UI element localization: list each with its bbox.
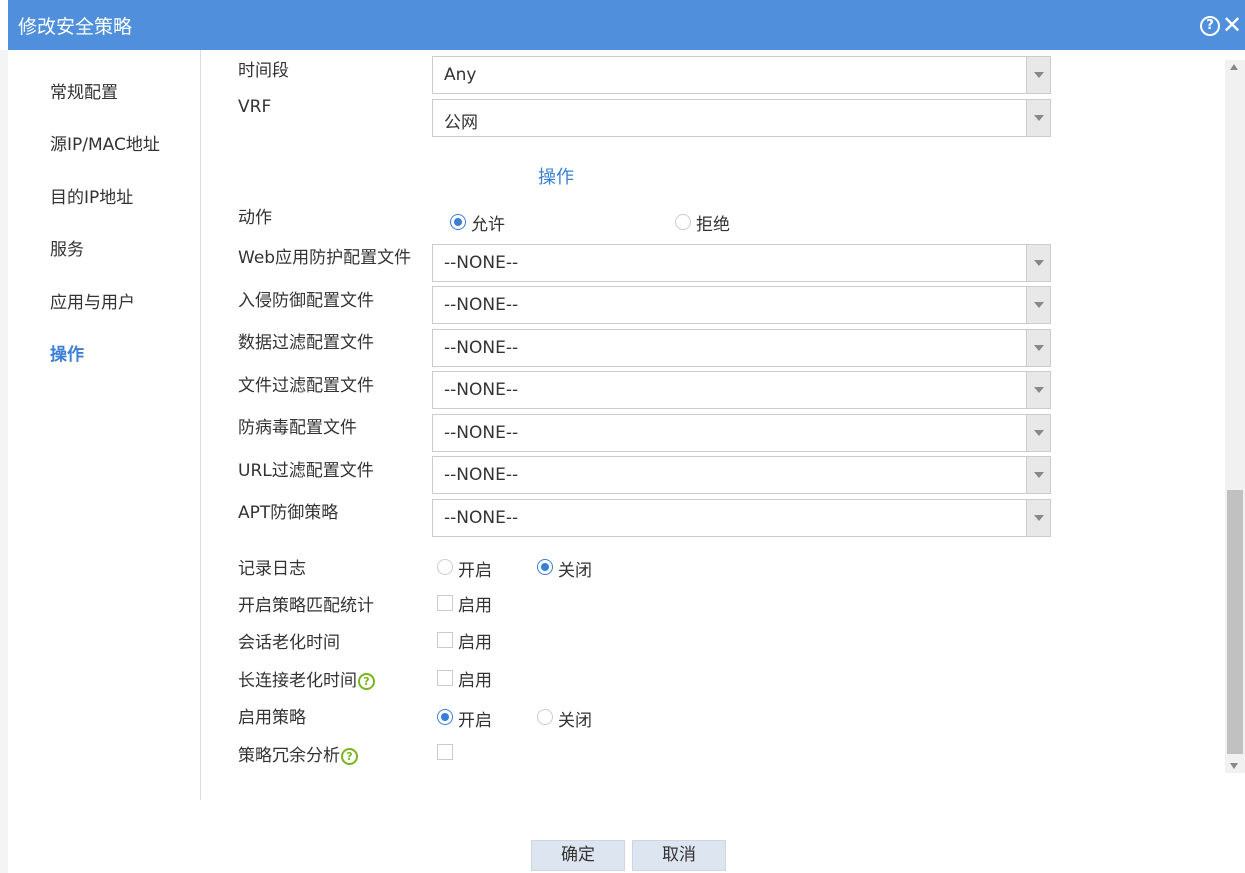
scroll-up-icon[interactable] — [1230, 64, 1238, 70]
waf-profile-value: --NONE-- — [444, 253, 519, 273]
enable-policy-off-radio[interactable] — [537, 709, 553, 725]
long-conn-aging-checkbox[interactable] — [437, 670, 453, 686]
url-filter-profile-select[interactable]: --NONE-- — [432, 456, 1051, 494]
waf-profile-label: Web应用防护配置文件 — [238, 248, 412, 268]
antivirus-profile-select[interactable]: --NONE-- — [432, 414, 1051, 452]
long-conn-aging-option: 启用 — [458, 671, 492, 691]
chevron-down-icon[interactable] — [1026, 415, 1050, 451]
section-title-action: 操作 — [538, 167, 574, 188]
cancel-button[interactable]: 取消 — [632, 840, 726, 871]
scroll-down-icon[interactable] — [1230, 763, 1238, 769]
vrf-label: VRF — [238, 97, 272, 117]
match-stats-checkbox[interactable] — [437, 595, 453, 611]
chevron-down-icon[interactable] — [1026, 330, 1050, 366]
time-range-value: Any — [444, 65, 477, 85]
session-aging-checkbox[interactable] — [437, 632, 453, 648]
help-icon[interactable]: ? — [341, 747, 358, 765]
sidebar-item-dest-ip[interactable]: 目的IP地址 — [50, 183, 133, 208]
enable-policy-label: 启用策略 — [238, 708, 306, 728]
logging-on-label: 开启 — [458, 561, 492, 581]
form-content: 时间段 Any VRF 公网 操作 动作 允许 拒绝 Web应用防护配置文件 -… — [202, 50, 1225, 800]
chevron-down-icon[interactable] — [1026, 372, 1050, 408]
session-aging-label: 会话老化时间 — [238, 633, 340, 653]
vrf-value: 公网 — [444, 113, 478, 133]
enable-policy-off-label: 关闭 — [558, 711, 592, 731]
redundancy-label-row: 策略冗余分析? — [238, 741, 358, 766]
titlebar: 修改安全策略 ? ✕ — [8, 0, 1245, 50]
time-range-select[interactable]: Any — [432, 56, 1051, 94]
file-filter-profile-label: 文件过滤配置文件 — [238, 376, 374, 396]
ok-button[interactable]: 确定 — [531, 840, 625, 871]
ips-profile-label: 入侵防御配置文件 — [238, 291, 374, 311]
apt-policy-value: --NONE-- — [444, 508, 519, 528]
data-filter-profile-label: 数据过滤配置文件 — [238, 333, 374, 353]
chevron-down-icon[interactable] — [1026, 457, 1050, 493]
redundancy-label: 策略冗余分析 — [238, 746, 340, 766]
sidebar: 常规配置 源IP/MAC地址 目的IP地址 服务 应用与用户 操作 — [8, 50, 201, 800]
logging-off-radio[interactable] — [537, 559, 553, 575]
apt-policy-label: APT防御策略 — [238, 503, 339, 523]
ips-profile-select[interactable]: --NONE-- — [432, 286, 1051, 324]
ips-profile-value: --NONE-- — [444, 295, 519, 315]
match-stats-option: 启用 — [458, 596, 492, 616]
logging-off-label: 关闭 — [558, 561, 592, 581]
apt-policy-select[interactable]: --NONE-- — [432, 499, 1051, 537]
data-filter-profile-select[interactable]: --NONE-- — [432, 329, 1051, 367]
file-filter-profile-select[interactable]: --NONE-- — [432, 371, 1051, 409]
action-label: 动作 — [238, 208, 272, 228]
close-icon[interactable]: ✕ — [1222, 12, 1242, 38]
footer: 确定 取消 — [8, 800, 1245, 873]
scroll-thumb[interactable] — [1227, 490, 1243, 754]
long-conn-aging-label-row: 长连接老化时间? — [238, 666, 375, 691]
url-filter-profile-label: URL过滤配置文件 — [238, 461, 374, 481]
sidebar-item-general[interactable]: 常规配置 — [50, 78, 118, 103]
match-stats-label: 开启策略匹配统计 — [238, 596, 374, 616]
waf-profile-select[interactable]: --NONE-- — [432, 244, 1051, 282]
redundancy-checkbox[interactable] — [437, 744, 453, 760]
time-range-label: 时间段 — [238, 61, 289, 81]
sidebar-item-source-ip-mac[interactable]: 源IP/MAC地址 — [50, 130, 160, 155]
session-aging-option: 启用 — [458, 633, 492, 653]
logging-label: 记录日志 — [238, 559, 306, 579]
chevron-down-icon[interactable] — [1026, 500, 1050, 536]
help-icon[interactable]: ? — [1200, 16, 1220, 36]
chevron-down-icon[interactable] — [1026, 287, 1050, 323]
dialog-title: 修改安全策略 — [18, 16, 133, 38]
data-filter-profile-value: --NONE-- — [444, 338, 519, 358]
chevron-down-icon[interactable] — [1026, 100, 1050, 136]
vrf-select[interactable]: 公网 — [432, 99, 1051, 137]
action-allow-radio[interactable] — [450, 214, 466, 230]
sidebar-item-service[interactable]: 服务 — [50, 235, 84, 260]
edit-security-policy-dialog: 修改安全策略 ? ✕ 常规配置 源IP/MAC地址 目的IP地址 服务 应用与用… — [0, 0, 1245, 873]
chevron-down-icon[interactable] — [1026, 245, 1050, 281]
action-deny-label: 拒绝 — [696, 215, 730, 235]
action-allow-label: 允许 — [471, 215, 505, 235]
enable-policy-on-radio[interactable] — [437, 709, 453, 725]
sidebar-item-app-user[interactable]: 应用与用户 — [50, 288, 135, 313]
antivirus-profile-label: 防病毒配置文件 — [238, 418, 357, 438]
background-strip — [0, 50, 8, 873]
antivirus-profile-value: --NONE-- — [444, 423, 519, 443]
action-deny-radio[interactable] — [675, 214, 691, 230]
help-icon[interactable]: ? — [358, 672, 375, 690]
url-filter-profile-value: --NONE-- — [444, 465, 519, 485]
enable-policy-on-label: 开启 — [458, 711, 492, 731]
chevron-down-icon[interactable] — [1026, 57, 1050, 93]
sidebar-item-action[interactable]: 操作 — [50, 340, 84, 365]
logging-on-radio[interactable] — [437, 559, 453, 575]
file-filter-profile-value: --NONE-- — [444, 380, 519, 400]
vertical-scrollbar[interactable] — [1225, 60, 1245, 773]
long-conn-aging-label: 长连接老化时间 — [238, 671, 357, 691]
